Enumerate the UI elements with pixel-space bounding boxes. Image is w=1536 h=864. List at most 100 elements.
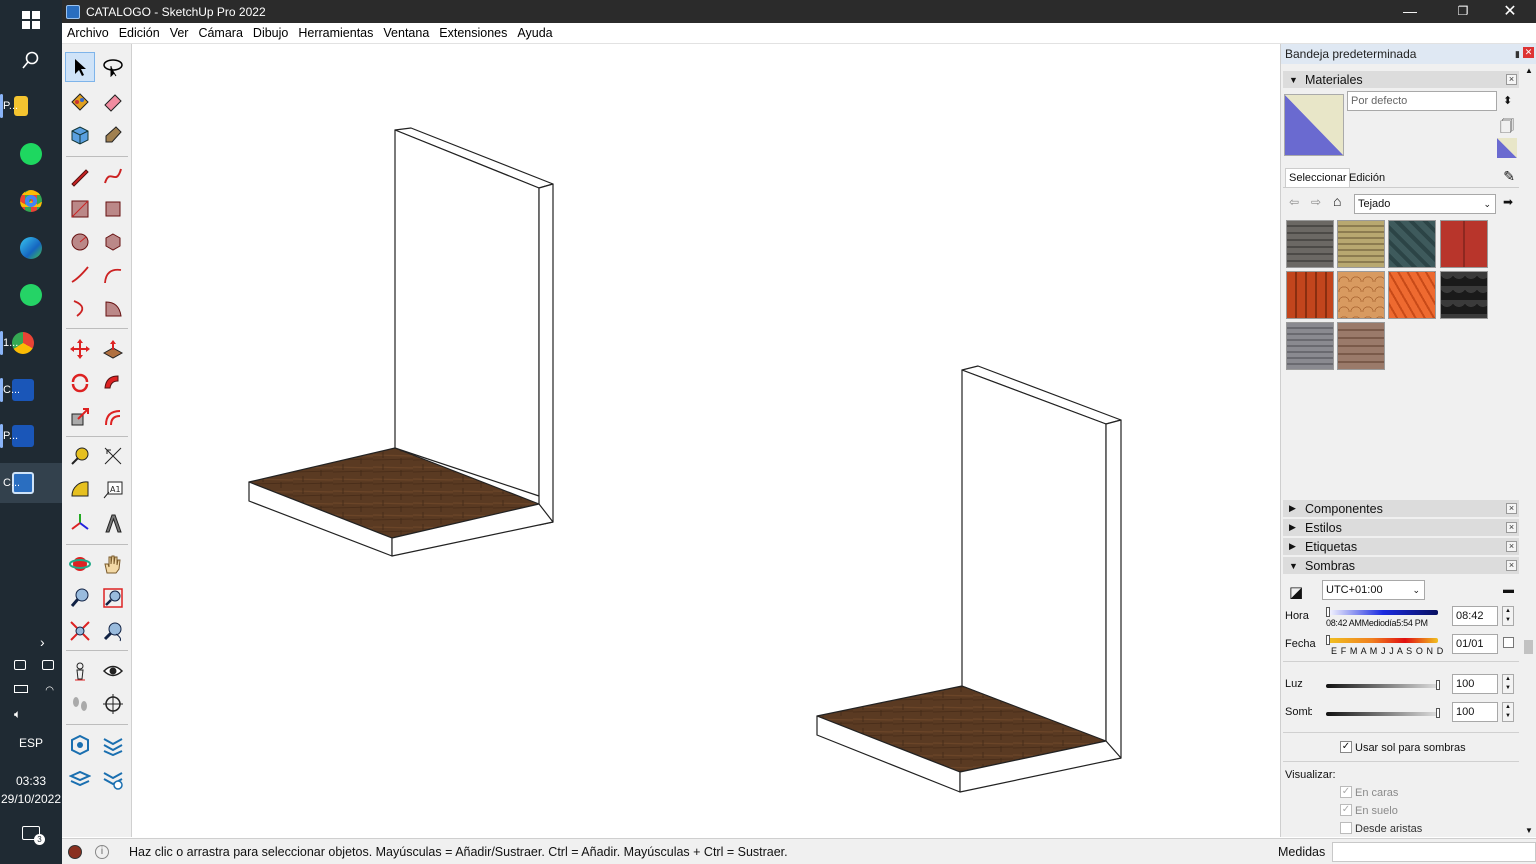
notifications-icon[interactable]: 3 [22, 826, 45, 845]
zoom-extents-tool[interactable] [65, 616, 95, 646]
lasso-select-tool[interactable] [98, 52, 128, 82]
taskbar-item-chrome-profile[interactable]: 1... [0, 323, 62, 363]
shelf-model-1[interactable] [248, 127, 554, 557]
hora-spinner[interactable]: ▲ ▼ [1502, 606, 1514, 626]
luz-spinner[interactable]: ▲ ▼ [1502, 674, 1514, 694]
language-indicator[interactable]: ESP [0, 736, 62, 750]
materiales-header[interactable]: ▼ Materiales × [1283, 71, 1519, 88]
eraser-tool[interactable] [98, 86, 128, 116]
layout-button[interactable] [65, 764, 95, 794]
forward-arrow-icon[interactable]: ⇨ [1311, 195, 1321, 209]
sample-paint-icon[interactable]: 🗍︎ [1500, 116, 1514, 140]
paint-bucket-tool[interactable] [65, 86, 95, 116]
arc-tool[interactable] [65, 260, 95, 290]
pan-tool[interactable] [98, 549, 128, 579]
luz-field[interactable]: 100 [1452, 674, 1498, 694]
fecha-slider[interactable] [1328, 638, 1438, 643]
circle-tool[interactable] [65, 227, 95, 257]
two-point-arc-tool[interactable] [98, 260, 128, 290]
medidas-input[interactable] [1332, 842, 1536, 862]
tape-measure-tool[interactable] [65, 441, 95, 471]
luz-slider[interactable] [1326, 684, 1438, 688]
battery-icon[interactable] [14, 685, 28, 693]
screen-icon[interactable] [42, 660, 54, 670]
taskbar-item-app-p[interactable]: P... [0, 416, 62, 456]
drawing-viewport[interactable] [133, 44, 1279, 837]
close-panel-icon[interactable]: × [1506, 74, 1517, 85]
3d-text-tool[interactable] [98, 508, 128, 538]
minimize-button[interactable]: — [1387, 0, 1433, 23]
model-canvas[interactable] [133, 44, 1279, 837]
extension-warehouse-button[interactable] [98, 730, 128, 760]
protractor-tool[interactable] [65, 474, 95, 504]
sombras-header[interactable]: ▼ Sombras × [1283, 557, 1519, 574]
three-point-arc-tool[interactable] [65, 293, 95, 323]
menu-herramientas[interactable]: Herramientas [293, 26, 378, 40]
sombra-spinner[interactable]: ▲ ▼ [1502, 702, 1514, 722]
position-camera-tool[interactable] [65, 656, 95, 686]
componentes-header[interactable]: ▶ Componentes × [1283, 500, 1519, 517]
pin-icon[interactable]: ▮ [1515, 49, 1520, 60]
zoom-window-tool[interactable] [98, 583, 128, 613]
geolocation-icon[interactable] [68, 845, 82, 859]
taskbar-item-edge[interactable] [0, 228, 62, 268]
close-button[interactable]: ✕ [1487, 0, 1533, 23]
taskbar-item-whatsapp[interactable] [0, 275, 62, 315]
axes-tool[interactable] [65, 508, 95, 538]
follow-me-tool[interactable] [98, 368, 128, 398]
orbit-tool[interactable] [65, 549, 95, 579]
fecha-slider-thumb[interactable] [1326, 635, 1330, 645]
calendar-icon[interactable] [1503, 637, 1514, 648]
meet-icon[interactable] [14, 660, 26, 670]
menu-edicion[interactable]: Edición [114, 26, 165, 40]
material-swatch[interactable] [1388, 271, 1436, 319]
shelf-model-2[interactable] [816, 365, 1122, 793]
freehand-tool[interactable] [98, 161, 128, 191]
pie-tool[interactable] [98, 293, 128, 323]
extension-manager-button[interactable] [98, 764, 128, 794]
scale-tool[interactable] [65, 402, 95, 432]
en-suelo-checkbox[interactable]: ✓ [1340, 804, 1352, 816]
material-swatch[interactable] [1286, 322, 1334, 370]
tag-tool[interactable] [98, 120, 128, 150]
collection-select[interactable]: Tejado ⌄ [1354, 194, 1496, 214]
shadow-toggle-icon[interactable]: ◪ [1289, 583, 1303, 601]
material-swatch[interactable] [1337, 322, 1385, 370]
previous-view-tool[interactable] [98, 616, 128, 646]
menu-ventana[interactable]: Ventana [378, 26, 434, 40]
etiquetas-header[interactable]: ▶ Etiquetas × [1283, 538, 1519, 555]
offset-tool[interactable] [98, 402, 128, 432]
taskbar-item-sketchup[interactable]: C... [0, 463, 62, 503]
tab-edicion[interactable]: Edición [1349, 172, 1385, 184]
close-panel-icon[interactable]: × [1506, 522, 1517, 533]
info-icon[interactable]: i [95, 845, 109, 859]
close-panel-icon[interactable]: × [1506, 560, 1517, 571]
close-panel-icon[interactable]: × [1506, 503, 1517, 514]
luz-slider-thumb[interactable] [1436, 680, 1440, 690]
rotate-tool[interactable] [65, 368, 95, 398]
tab-seleccionar[interactable]: Seleccionar [1285, 168, 1351, 187]
material-swatch[interactable] [1286, 271, 1334, 319]
create-material-icon[interactable]: ⬍ [1503, 94, 1512, 107]
material-swatch[interactable] [1337, 220, 1385, 268]
eyedropper-icon[interactable]: ✎ [1503, 168, 1515, 185]
fecha-field[interactable]: 01/01 [1452, 634, 1498, 654]
rectangle-tool[interactable] [65, 194, 95, 224]
desde-aristas-checkbox[interactable] [1340, 822, 1352, 834]
home-icon[interactable]: ⌂ [1333, 193, 1341, 209]
menu-extensiones[interactable]: Extensiones [434, 26, 512, 40]
maximize-button[interactable]: ❐ [1440, 0, 1486, 23]
sombra-slider[interactable] [1326, 712, 1438, 716]
scroll-up-icon[interactable]: ▲ [1525, 66, 1533, 75]
taskbar-item-chrome[interactable] [0, 181, 62, 221]
scroll-thumb[interactable] [1524, 640, 1533, 654]
material-swatch[interactable] [1388, 220, 1436, 268]
dimension-tool[interactable] [98, 441, 128, 471]
hora-slider[interactable] [1328, 610, 1438, 615]
look-around-tool[interactable] [98, 656, 128, 686]
taskbar-item-explorer[interactable]: P... [0, 86, 62, 126]
push-pull-tool[interactable] [98, 334, 128, 364]
hora-slider-thumb[interactable] [1326, 607, 1330, 617]
text-tool[interactable]: A1 [98, 474, 128, 504]
taskbar-item-app-c[interactable]: C... [0, 370, 62, 410]
